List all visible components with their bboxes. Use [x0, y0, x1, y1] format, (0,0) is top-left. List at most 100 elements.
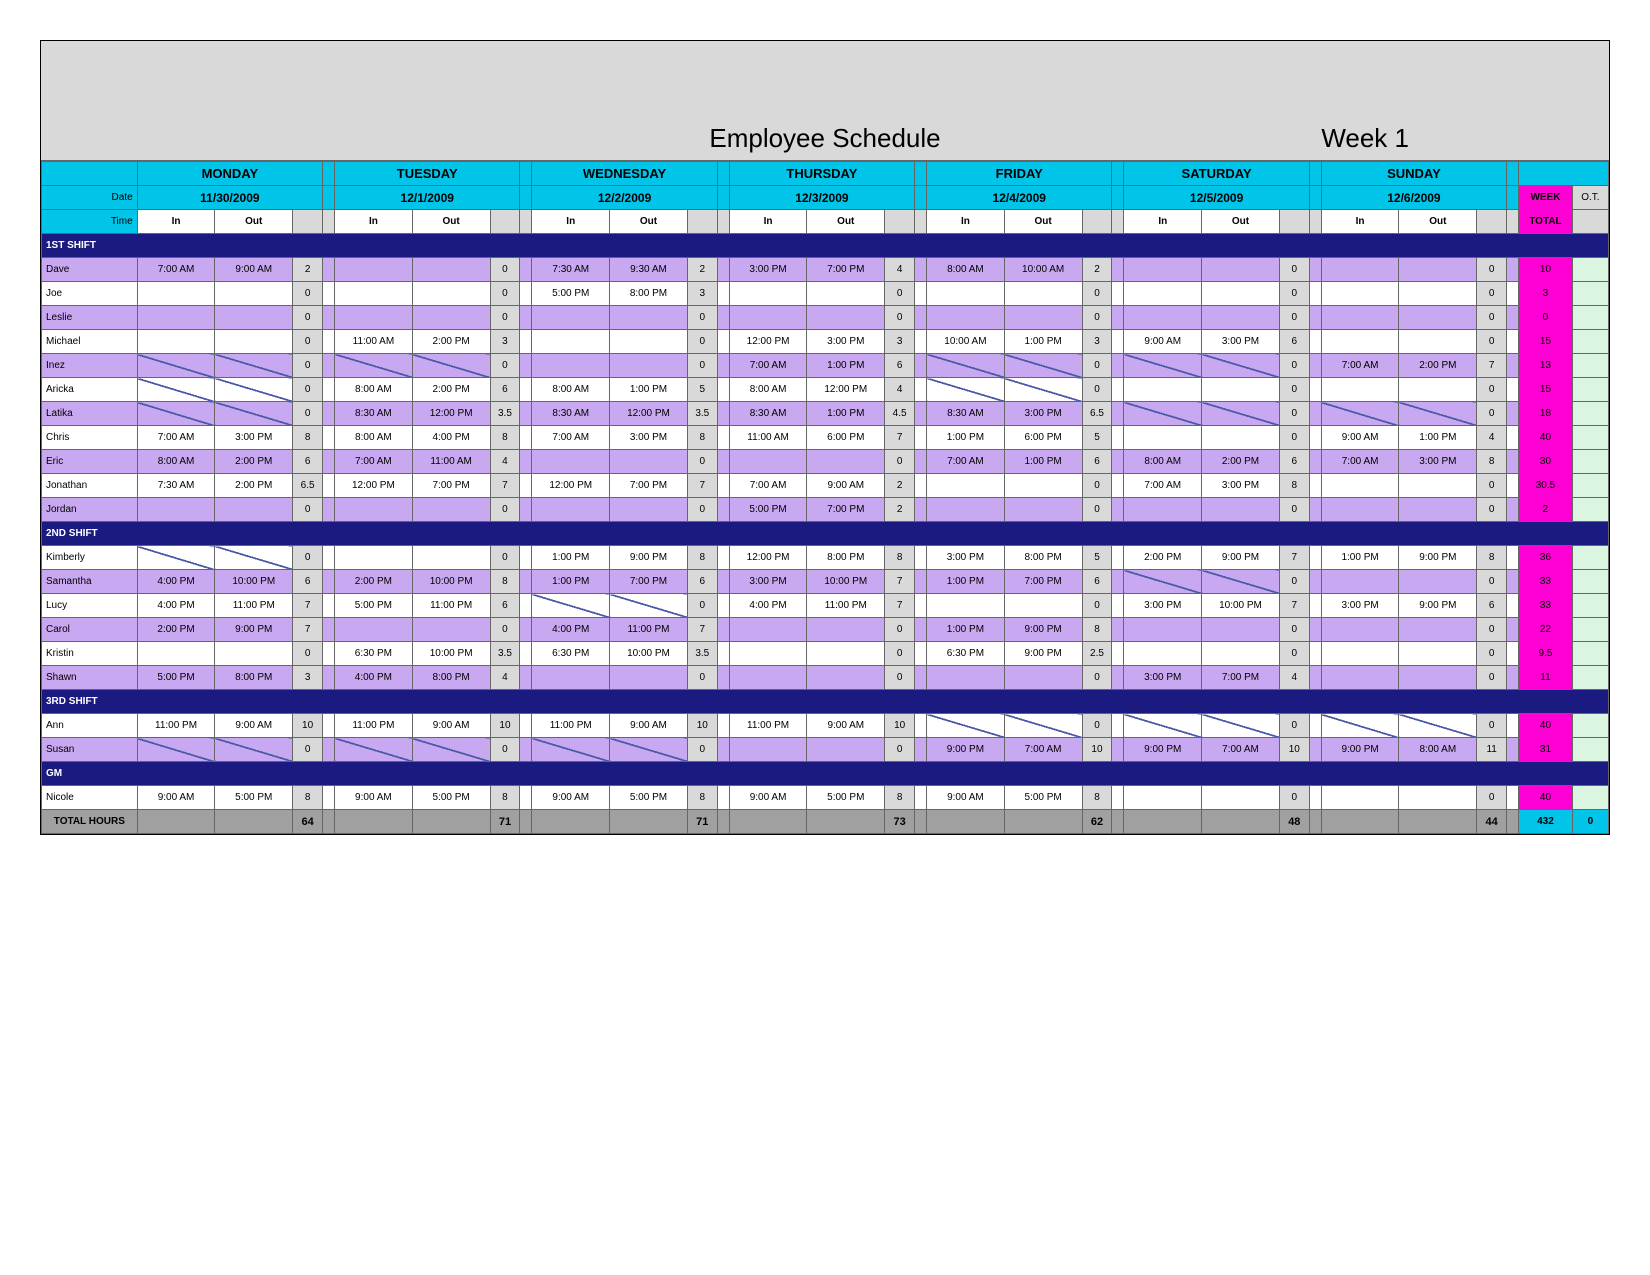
- time-in[interactable]: [1124, 282, 1202, 306]
- time-in[interactable]: 1:00 PM: [927, 618, 1005, 642]
- time-in[interactable]: [1321, 498, 1399, 522]
- time-in[interactable]: [1321, 282, 1399, 306]
- time-in[interactable]: 5:00 PM: [335, 594, 413, 618]
- time-in[interactable]: [1124, 642, 1202, 666]
- time-out[interactable]: [1202, 618, 1280, 642]
- time-out[interactable]: [1004, 666, 1082, 690]
- time-in[interactable]: [1124, 714, 1202, 738]
- time-in[interactable]: 11:00 AM: [729, 426, 807, 450]
- time-out[interactable]: [215, 378, 293, 402]
- employee-name[interactable]: Susan: [42, 738, 138, 762]
- employee-name[interactable]: Michael: [42, 330, 138, 354]
- time-in[interactable]: [927, 354, 1005, 378]
- time-out[interactable]: [1202, 714, 1280, 738]
- time-in[interactable]: [1124, 786, 1202, 810]
- time-in[interactable]: 8:00 AM: [1124, 450, 1202, 474]
- time-out[interactable]: 8:00 AM: [1399, 738, 1477, 762]
- time-out[interactable]: 9:00 PM: [1399, 594, 1477, 618]
- time-out[interactable]: 2:00 PM: [1399, 354, 1477, 378]
- time-out[interactable]: [215, 642, 293, 666]
- time-in[interactable]: 10:00 AM: [927, 330, 1005, 354]
- time-in[interactable]: 12:00 PM: [729, 546, 807, 570]
- time-in[interactable]: 9:00 PM: [1124, 738, 1202, 762]
- time-out[interactable]: [412, 618, 490, 642]
- time-in[interactable]: [927, 594, 1005, 618]
- time-out[interactable]: 12:00 PM: [807, 378, 885, 402]
- employee-name[interactable]: Nicole: [42, 786, 138, 810]
- time-in[interactable]: [137, 546, 215, 570]
- time-in[interactable]: [335, 258, 413, 282]
- time-in[interactable]: 4:00 PM: [137, 594, 215, 618]
- time-in[interactable]: 9:00 AM: [532, 786, 610, 810]
- time-in[interactable]: [1321, 378, 1399, 402]
- employee-name[interactable]: Lucy: [42, 594, 138, 618]
- time-in[interactable]: [1321, 642, 1399, 666]
- time-in[interactable]: 11:00 PM: [532, 714, 610, 738]
- time-out[interactable]: 7:00 PM: [610, 474, 688, 498]
- time-out[interactable]: [610, 498, 688, 522]
- time-in[interactable]: 3:00 PM: [1124, 594, 1202, 618]
- time-in[interactable]: [532, 498, 610, 522]
- time-in[interactable]: [1321, 618, 1399, 642]
- time-out[interactable]: [1399, 666, 1477, 690]
- time-out[interactable]: 9:30 AM: [610, 258, 688, 282]
- time-in[interactable]: 8:00 AM: [729, 378, 807, 402]
- time-out[interactable]: 1:00 PM: [1004, 330, 1082, 354]
- time-out[interactable]: [610, 354, 688, 378]
- time-in[interactable]: [532, 306, 610, 330]
- time-in[interactable]: [729, 738, 807, 762]
- time-out[interactable]: [1399, 570, 1477, 594]
- time-in[interactable]: [1321, 330, 1399, 354]
- time-in[interactable]: 4:00 PM: [335, 666, 413, 690]
- time-out[interactable]: 8:00 PM: [610, 282, 688, 306]
- time-out[interactable]: [807, 306, 885, 330]
- time-in[interactable]: 3:00 PM: [1124, 666, 1202, 690]
- time-in[interactable]: [927, 474, 1005, 498]
- time-out[interactable]: [807, 666, 885, 690]
- time-out[interactable]: [215, 546, 293, 570]
- time-in[interactable]: [137, 282, 215, 306]
- time-out[interactable]: 3:00 PM: [807, 330, 885, 354]
- time-out[interactable]: 1:00 PM: [807, 402, 885, 426]
- time-in[interactable]: [1321, 666, 1399, 690]
- time-out[interactable]: 3:00 PM: [1399, 450, 1477, 474]
- employee-name[interactable]: Inez: [42, 354, 138, 378]
- time-out[interactable]: 11:00 PM: [412, 594, 490, 618]
- time-in[interactable]: [1321, 786, 1399, 810]
- time-out[interactable]: 9:00 PM: [1004, 618, 1082, 642]
- time-out[interactable]: [1004, 282, 1082, 306]
- time-out[interactable]: [1202, 786, 1280, 810]
- time-out[interactable]: [1202, 378, 1280, 402]
- time-out[interactable]: 8:00 PM: [215, 666, 293, 690]
- time-in[interactable]: [335, 738, 413, 762]
- time-in[interactable]: 8:00 AM: [927, 258, 1005, 282]
- time-in[interactable]: 11:00 PM: [729, 714, 807, 738]
- time-out[interactable]: [807, 450, 885, 474]
- time-out[interactable]: 1:00 PM: [807, 354, 885, 378]
- time-in[interactable]: [729, 642, 807, 666]
- employee-name[interactable]: Samantha: [42, 570, 138, 594]
- time-out[interactable]: [215, 330, 293, 354]
- time-in[interactable]: [927, 498, 1005, 522]
- time-out[interactable]: 9:00 AM: [412, 714, 490, 738]
- time-out[interactable]: 8:00 PM: [1004, 546, 1082, 570]
- time-in[interactable]: 11:00 PM: [335, 714, 413, 738]
- time-in[interactable]: 8:30 AM: [927, 402, 1005, 426]
- time-in[interactable]: [1124, 570, 1202, 594]
- time-in[interactable]: 4:00 PM: [532, 618, 610, 642]
- time-in[interactable]: [532, 354, 610, 378]
- time-in[interactable]: [335, 354, 413, 378]
- time-out[interactable]: 10:00 PM: [610, 642, 688, 666]
- time-out[interactable]: [610, 738, 688, 762]
- time-in[interactable]: [335, 618, 413, 642]
- time-in[interactable]: 3:00 PM: [729, 570, 807, 594]
- time-out[interactable]: 5:00 PM: [610, 786, 688, 810]
- time-out[interactable]: [1399, 402, 1477, 426]
- time-out[interactable]: [1202, 306, 1280, 330]
- time-in[interactable]: 9:00 AM: [137, 786, 215, 810]
- time-in[interactable]: 7:00 AM: [1124, 474, 1202, 498]
- time-in[interactable]: 8:00 AM: [335, 378, 413, 402]
- time-out[interactable]: 7:00 PM: [807, 258, 885, 282]
- time-in[interactable]: [335, 306, 413, 330]
- time-out[interactable]: 10:00 PM: [412, 570, 490, 594]
